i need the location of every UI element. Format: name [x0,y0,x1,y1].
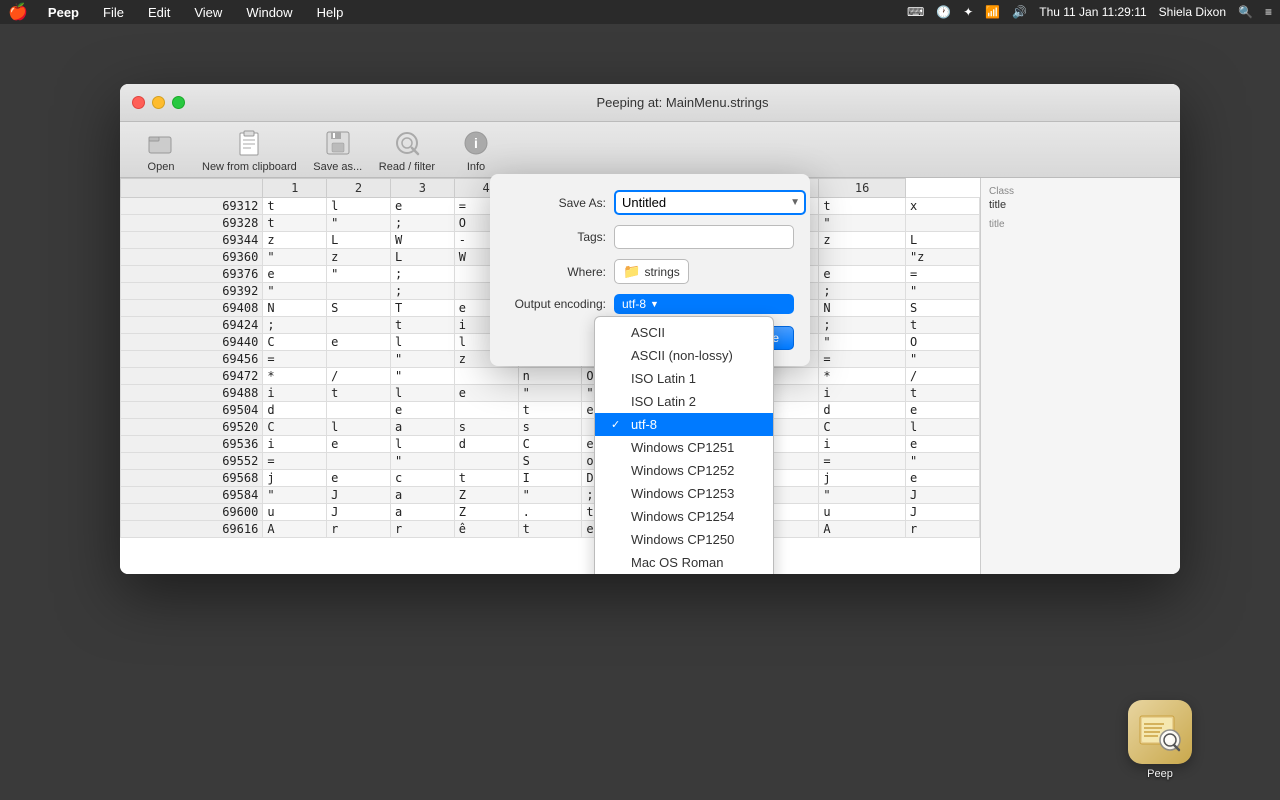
windows-cp1253-label: Windows CP1253 [631,486,734,501]
encoding-option-windows-cp1252[interactable]: Windows CP1252 [595,459,773,482]
bluetooth-icon: ✦ [963,5,973,19]
save-as-row: Save As: ▼ [506,190,794,215]
utf8-check: ✓ [611,418,625,431]
windows-cp1254-label: Windows CP1254 [631,509,734,524]
encoding-option-iso-latin-2[interactable]: ISO Latin 2 [595,390,773,413]
menubar: 🍎 Peep File Edit View Window Help ⌨ 🕐 ✦ … [0,0,1280,24]
list-icon[interactable]: ≡ [1265,5,1272,19]
tags-row: Tags: [506,225,794,249]
datetime: Thu 11 Jan 11:29:11 [1039,5,1146,19]
menu-file[interactable]: File [99,5,128,20]
iso-latin-2-label: ISO Latin 2 [631,394,696,409]
menu-help[interactable]: Help [313,5,348,20]
apple-menu[interactable]: 🍎 [8,2,28,22]
save-as-label: Save As: [506,196,606,210]
dialog-overlay: Save As: ▼ Tags: Where: 📁 [120,84,1180,574]
ascii-label: ASCII [631,325,665,340]
encoding-option-windows-cp1254[interactable]: Windows CP1254 [595,505,773,528]
encoding-option-mac-os-roman[interactable]: Mac OS Roman [595,551,773,574]
search-icon[interactable]: 🔍 [1238,5,1253,19]
encoding-option-windows-cp1253[interactable]: Windows CP1253 [595,482,773,505]
windows-cp1250-label: Windows CP1250 [631,532,734,547]
output-encoding-row: Output encoding: utf-8 ▼ ASCII [506,294,794,314]
clock-icon: 🕐 [936,5,951,19]
output-encoding-label: Output encoding: [506,297,606,311]
encoding-selected[interactable]: utf-8 ▼ [614,294,794,314]
encoding-option-windows-cp1250[interactable]: Windows CP1250 [595,528,773,551]
desktop: Peeping at: MainMenu.strings Open New fr… [0,24,1280,800]
app-menu-peep[interactable]: Peep [44,5,83,20]
tags-input[interactable] [614,225,794,249]
windows-cp1252-label: Windows CP1252 [631,463,734,478]
where-label: Where: [506,265,606,279]
where-folder-button[interactable]: 📁 strings [614,259,689,284]
where-value: strings [644,265,679,279]
where-row: Where: 📁 strings [506,259,794,284]
mac-os-roman-label: Mac OS Roman [631,555,723,570]
encoding-option-iso-latin-1[interactable]: ISO Latin 1 [595,367,773,390]
dock-peep[interactable]: Peep [1120,700,1200,780]
peep-dock-label: Peep [1147,768,1173,780]
volume-icon: 🔊 [1012,5,1027,19]
encoding-dropdown-container: utf-8 ▼ ASCII ASCII (non-lossy) [614,294,794,314]
save-dialog: Save As: ▼ Tags: Where: 📁 [490,174,810,366]
encoding-option-ascii-non-lossy[interactable]: ASCII (non-lossy) [595,344,773,367]
encoding-option-utf8[interactable]: ✓ utf-8 [595,413,773,436]
username: Shiela Dixon [1159,5,1226,19]
iso-latin-1-label: ISO Latin 1 [631,371,696,386]
ascii-non-lossy-label: ASCII (non-lossy) [631,348,733,363]
encoding-dropdown-triangle: ▼ [650,299,659,309]
windows-cp1251-label: Windows CP1251 [631,440,734,455]
app-window: Peeping at: MainMenu.strings Open New fr… [120,84,1180,574]
encoding-dropdown-list: ASCII ASCII (non-lossy) ISO Latin 1 [594,316,774,574]
encoding-option-ascii[interactable]: ASCII [595,321,773,344]
menu-edit[interactable]: Edit [144,5,174,20]
menubar-right: ⌨ 🕐 ✦ 📶 🔊 Thu 11 Jan 11:29:11 Shiela Dix… [907,5,1272,19]
tags-label: Tags: [506,230,606,244]
filename-input[interactable] [614,190,806,215]
filename-input-wrapper: ▼ [614,190,806,215]
wifi-icon: 📶 [985,5,1000,19]
fingerprint-icon: ⌨ [907,5,924,19]
menu-view[interactable]: View [190,5,226,20]
peep-dock-icon [1128,700,1192,764]
menu-window[interactable]: Window [242,5,296,20]
encoding-selected-value: utf-8 [622,297,646,311]
where-wrapper: 📁 strings [614,259,794,284]
encoding-option-windows-cp1251[interactable]: Windows CP1251 [595,436,773,459]
folder-icon: 📁 [623,263,640,280]
utf8-label: utf-8 [631,417,657,432]
